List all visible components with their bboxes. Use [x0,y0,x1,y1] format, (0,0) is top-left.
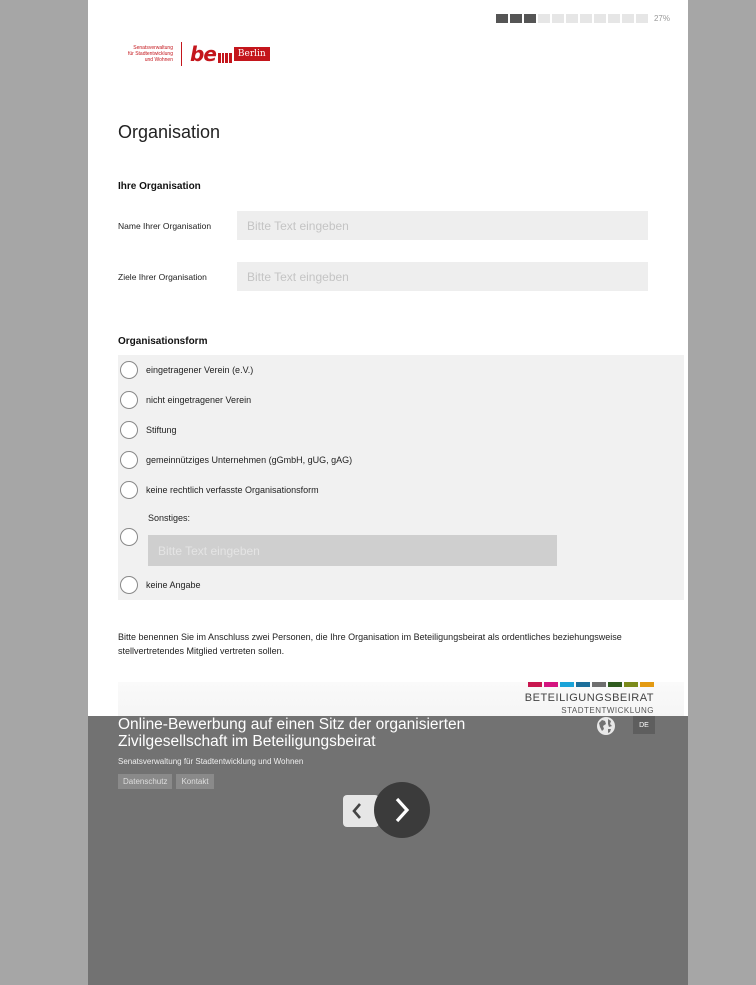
globe-icon[interactable] [596,716,616,736]
next-button[interactable] [374,782,430,838]
progress-segment [607,14,620,23]
brand-color-swatch [592,682,606,687]
brand-color-swatch [576,682,590,687]
progress-segment [523,14,536,23]
radio-button[interactable] [120,528,138,546]
progress-segment [509,14,522,23]
brand-color-bar [525,682,654,687]
option-foundation[interactable]: Stiftung [120,421,177,439]
radio-button[interactable] [120,421,138,439]
berlin-wordmark: Berlin [233,47,270,61]
progress-percent: 27% [653,14,670,23]
contact-link[interactable]: Kontakt [176,774,214,789]
page-title: Organisation [118,122,221,142]
radio-button[interactable] [120,391,138,409]
footer-title: Online-Bewerbung auf einen Sitz der orga… [118,716,466,750]
radio-button[interactable] [120,481,138,499]
be-wordmark: be [190,42,217,66]
progress-segment [593,14,606,23]
privacy-link[interactable]: Datenschutz [118,774,173,789]
footer-subtitle: Senatsverwaltung für Stadtentwicklung un… [118,757,304,766]
language-selector[interactable]: DE [633,716,655,734]
option-nonprofit-company[interactable]: gemeinnütziges Unternehmen (gGmbH, gUG, … [120,451,352,469]
beteiligungsbeirat-logo: BETEILIGUNGSBEIRAT STADTENTWICKLUNG [525,682,654,715]
progress-segment [621,14,634,23]
footer: Online-Bewerbung auf einen Sitz der orga… [88,716,688,985]
radio-button[interactable] [120,451,138,469]
other-label: Sonstiges: [148,513,191,523]
org-form-heading: Organisationsform [118,336,208,347]
option-other[interactable] [120,528,138,546]
option-no-legal-form[interactable]: keine rechtlich verfasste Organisationsf… [120,481,319,499]
progress-segment [537,14,550,23]
org-goals-label: Ziele Ihrer Organisation [118,272,207,282]
brandenburg-gate-icon [217,49,232,63]
survey-page: 27% Senatsverwaltung für Stadtentwicklun… [88,0,688,985]
progress-indicator: 27% [495,14,670,23]
org-name-input[interactable] [237,211,648,240]
brand-color-swatch [608,682,622,687]
brand-color-swatch [560,682,574,687]
progress-segment [551,14,564,23]
brand-sub-text: STADTENTWICKLUNG [561,706,654,715]
chevron-left-icon [352,803,361,819]
brand-color-swatch [640,682,654,687]
option-registered-association[interactable]: eingetragener Verein (e.V.) [120,361,253,379]
radio-button[interactable] [120,361,138,379]
senate-logo: Senatsverwaltung für Stadtentwicklung un… [118,42,270,66]
option-no-answer[interactable]: keine Angabe [120,576,201,594]
org-goals-input[interactable] [237,262,648,291]
representatives-note: Bitte benennen Sie im Anschluss zwei Per… [118,632,622,656]
footer-links: Datenschutz Kontakt [118,774,214,789]
logo-separator [181,42,182,66]
department-name: Senatsverwaltung für Stadtentwicklung un… [127,45,173,63]
option-unregistered-association[interactable]: nicht eingetragener Verein [120,391,251,409]
org-section-heading: Ihre Organisation [118,181,201,192]
progress-segment [579,14,592,23]
org-name-label: Name Ihrer Organisation [118,221,212,231]
brand-color-swatch [528,682,542,687]
brand-color-swatch [624,682,638,687]
brand-main-text: BETEILIGUNGSBEIRAT [524,692,654,704]
chevron-right-icon [395,797,410,823]
radio-button[interactable] [120,576,138,594]
progress-segment [635,14,648,23]
other-input[interactable] [148,535,557,566]
brand-color-swatch [544,682,558,687]
org-form-options: eingetragener Verein (e.V.) nicht einget… [118,355,684,600]
progress-segment [495,14,508,23]
progress-segment [565,14,578,23]
